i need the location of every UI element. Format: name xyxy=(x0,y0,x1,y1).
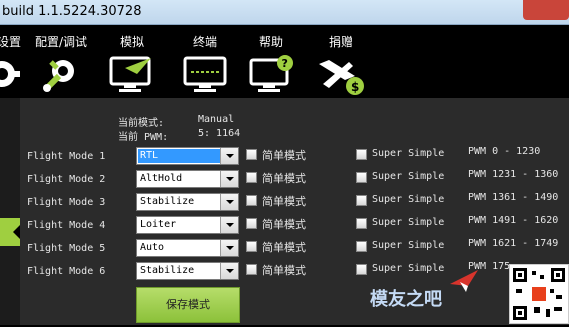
simple-mode-checkbox-6[interactable] xyxy=(246,264,257,275)
wrench-icon xyxy=(43,60,74,92)
super-simple-checkbox-6[interactable] xyxy=(356,264,367,275)
gear-icon xyxy=(0,61,20,87)
toolbar-label: 设置 xyxy=(0,35,21,49)
simple-mode-label: 简单模式 xyxy=(262,241,306,254)
chevron-down-icon[interactable] xyxy=(220,240,238,256)
super-simple-label: Super Simple xyxy=(372,240,445,251)
simple-mode-checkbox-5[interactable] xyxy=(246,241,257,252)
super-simple-label: Super Simple xyxy=(372,217,445,228)
monitor-plane-icon xyxy=(109,56,151,92)
pwm-range: PWM 1491 - 1620 xyxy=(468,215,559,226)
toolbar-label: 模拟 xyxy=(119,35,144,49)
toolbar-item-donate[interactable]: 捐赠 $ xyxy=(312,25,370,96)
window-titlebar: build 1.1.5224.30728 xyxy=(0,0,569,25)
simple-mode-checkbox-3[interactable] xyxy=(246,195,257,206)
flight-mode-label: Flight Mode 6 xyxy=(27,266,106,277)
toolbar-item-settings[interactable]: 设置 xyxy=(0,25,24,90)
super-simple-checkbox-5[interactable] xyxy=(356,241,367,252)
svg-text:$: $ xyxy=(351,80,359,94)
chevron-down-icon[interactable] xyxy=(220,194,238,210)
flight-mode-label: Flight Mode 3 xyxy=(27,197,106,208)
toolbar-label: 帮助 xyxy=(258,35,283,49)
simple-mode-checkbox-1[interactable] xyxy=(246,149,257,160)
select-value: Auto xyxy=(140,242,165,253)
select-value: RTL xyxy=(140,150,159,161)
watermark-text: 模友之吧 xyxy=(370,289,442,310)
select-value: Loiter xyxy=(140,219,177,230)
watermark-plane-icon xyxy=(450,270,478,292)
pwm-range: PWM 1231 - 1360 xyxy=(468,169,559,180)
super-simple-checkbox-4[interactable] xyxy=(356,218,367,229)
current-pwm-value: 5: 1164 xyxy=(198,128,241,139)
flight-modes-panel xyxy=(20,98,569,325)
simple-mode-checkbox-2[interactable] xyxy=(246,172,257,183)
super-simple-label: Super Simple xyxy=(372,263,445,274)
sidebar-active-tab[interactable] xyxy=(0,218,21,246)
flight-mode-5-select[interactable]: Auto xyxy=(136,239,239,257)
toolbar-item-config[interactable]: 配置/调试 xyxy=(30,25,92,92)
left-sidebar xyxy=(0,98,20,325)
super-simple-label: Super Simple xyxy=(372,171,445,182)
toolbar-label: 捐赠 xyxy=(328,35,353,49)
current-mode-value: Manual xyxy=(198,114,235,125)
simple-mode-label: 简单模式 xyxy=(262,172,306,185)
svg-text:?: ? xyxy=(282,57,288,70)
flight-mode-label: Flight Mode 4 xyxy=(27,220,106,231)
terminal-icon xyxy=(183,56,227,92)
chevron-down-icon[interactable] xyxy=(220,263,238,279)
flight-mode-label: Flight Mode 2 xyxy=(27,174,106,185)
super-simple-checkbox-3[interactable] xyxy=(356,195,367,206)
super-simple-checkbox-2[interactable] xyxy=(356,172,367,183)
chevron-down-icon[interactable] xyxy=(220,148,238,164)
simple-mode-checkbox-4[interactable] xyxy=(246,218,257,229)
super-simple-label: Super Simple xyxy=(372,148,445,159)
flight-mode-4-select[interactable]: Loiter xyxy=(136,216,239,234)
simple-mode-label: 简单模式 xyxy=(262,195,306,208)
flight-mode-1-select[interactable]: RTL xyxy=(136,147,239,165)
save-modes-button[interactable]: 保存模式 xyxy=(136,287,240,323)
flight-mode-label: Flight Mode 5 xyxy=(27,243,106,254)
super-simple-label: Super Simple xyxy=(372,194,445,205)
main-toolbar: 设置 配置/调试 模拟 终端 帮助 ? 捐赠 $ xyxy=(0,25,569,98)
flight-mode-6-select[interactable]: Stabilize xyxy=(136,262,239,280)
qr-code-image xyxy=(509,264,569,324)
simple-mode-label: 简单模式 xyxy=(262,218,306,231)
toolbar-item-help[interactable]: 帮助 ? xyxy=(246,25,296,94)
flight-mode-2-select[interactable]: AltHold xyxy=(136,170,239,188)
chevron-down-icon[interactable] xyxy=(220,217,238,233)
select-value: Stabilize xyxy=(140,265,195,276)
donate-plane-icon: $ xyxy=(319,60,364,95)
simple-mode-label: 简单模式 xyxy=(262,264,306,277)
chevron-down-icon[interactable] xyxy=(220,171,238,187)
toolbar-item-simulation[interactable]: 模拟 xyxy=(104,25,160,94)
flight-mode-3-select[interactable]: Stabilize xyxy=(136,193,239,211)
help-monitor-icon: ? xyxy=(249,55,293,92)
pwm-range: PWM 1621 - 1749 xyxy=(468,238,559,249)
current-mode-label: 当前模式: xyxy=(118,118,165,129)
toolbar-label: 配置/调试 xyxy=(34,35,88,49)
toolbar-item-terminal[interactable]: 终端 xyxy=(180,25,230,94)
select-value: Stabilize xyxy=(140,196,195,207)
pwm-range: PWM 0 - 1230 xyxy=(468,146,541,157)
flight-mode-label: Flight Mode 1 xyxy=(27,151,106,162)
select-value: AltHold xyxy=(140,173,183,184)
window-title: build 1.1.5224.30728 xyxy=(2,4,142,19)
super-simple-checkbox-1[interactable] xyxy=(356,149,367,160)
pwm-range: PWM 1361 - 1490 xyxy=(468,192,559,203)
simple-mode-label: 简单模式 xyxy=(262,149,306,162)
toolbar-label: 终端 xyxy=(192,35,217,49)
current-pwm-label: 当前 PWM: xyxy=(118,132,169,143)
close-button[interactable] xyxy=(523,0,569,20)
